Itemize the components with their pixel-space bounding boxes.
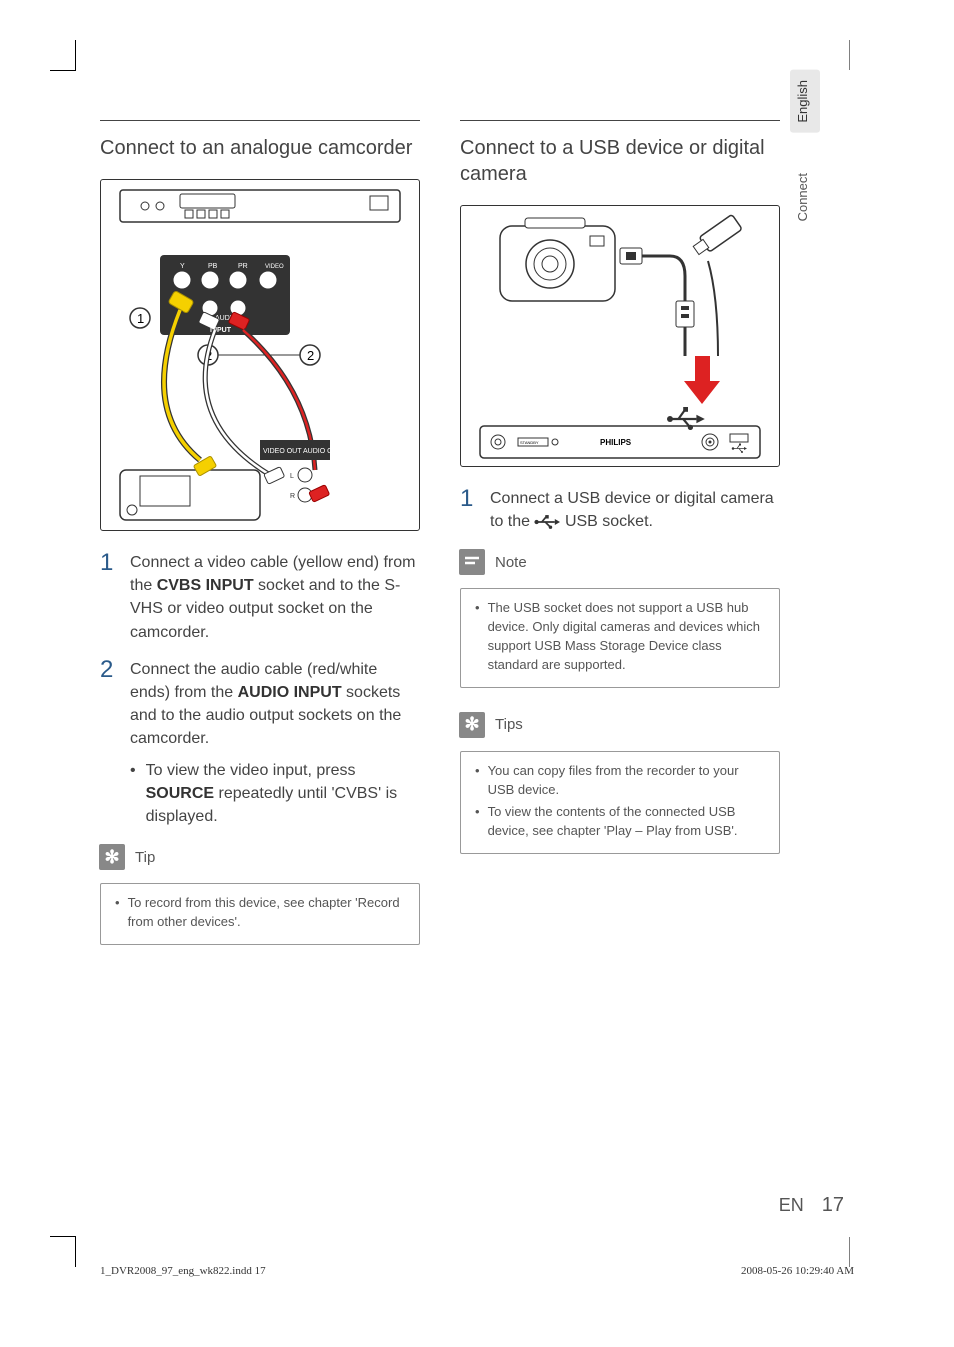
svg-text:R: R xyxy=(290,493,295,500)
step-text: Connect the audio cable (red/white ends)… xyxy=(130,658,420,828)
crop-mark-tl xyxy=(50,40,76,71)
bullet-icon: • xyxy=(475,599,480,674)
right-column: Connect to a USB device or digital camer… xyxy=(460,60,780,854)
page-footer: EN 17 xyxy=(779,1194,844,1217)
svg-text:VIDEO OUT: VIDEO OUT xyxy=(263,448,302,455)
tips-box: ✻ Tips •You can copy files from the reco… xyxy=(460,712,780,854)
svg-text:2: 2 xyxy=(307,348,314,363)
step-number: 1 xyxy=(100,551,116,644)
svg-text:PR: PR xyxy=(238,263,248,270)
left-heading: Connect to an analogue camcorder xyxy=(100,135,420,161)
svg-text:VIDEO: VIDEO xyxy=(265,264,284,270)
crop-mark-tr xyxy=(849,40,879,70)
step-text: Connect a USB device or digital camera t… xyxy=(490,487,780,533)
usb-icon xyxy=(534,515,560,529)
step-text: Connect a video cable (yellow end) from … xyxy=(130,551,420,644)
tip-icon: ✻ xyxy=(459,712,485,738)
left-steps: 1 Connect a video cable (yellow end) fro… xyxy=(100,551,420,828)
right-heading: Connect to a USB device or digital camer… xyxy=(460,135,780,187)
print-info: 1_DVR2008_97_eng_wk822.indd 17 2008-05-2… xyxy=(100,1265,854,1277)
side-tab-section: Connect xyxy=(790,163,820,231)
bullet-icon: • xyxy=(475,762,480,800)
side-tabs: English Connect xyxy=(790,70,820,231)
tip-box: ✻ Tip •To record from this device, see c… xyxy=(100,844,420,945)
print-timestamp: 2008-05-26 10:29:40 AM xyxy=(741,1265,854,1277)
bullet-icon: • xyxy=(130,759,136,829)
svg-text:AUDIO OUT: AUDIO OUT xyxy=(303,448,343,455)
step-number: 1 xyxy=(460,487,476,533)
tip-icon: ✻ xyxy=(99,844,125,870)
side-tab-language: English xyxy=(790,70,820,133)
right-steps: 1 Connect a USB device or digital camera… xyxy=(460,487,780,533)
illustration-camcorder: Y PB PR VIDEO AUDIO INPUT xyxy=(100,179,420,531)
svg-text:1: 1 xyxy=(137,311,144,326)
illustration-usb: STANDBY PHILIPS xyxy=(460,205,780,467)
svg-text:PB: PB xyxy=(208,263,218,270)
svg-text:Y: Y xyxy=(180,263,185,270)
footer-page-number: 17 xyxy=(822,1194,844,1217)
note-icon xyxy=(459,549,485,575)
svg-text:STANDBY: STANDBY xyxy=(520,440,539,445)
footer-lang: EN xyxy=(779,1195,804,1216)
step-number: 2 xyxy=(100,658,116,828)
svg-text:L: L xyxy=(290,473,294,480)
crop-mark-bl xyxy=(50,1236,76,1267)
bullet-icon: • xyxy=(475,803,480,841)
left-column: Connect to an analogue camcorder Y xyxy=(100,60,420,945)
bullet-icon: • xyxy=(115,894,120,932)
svg-text:PHILIPS: PHILIPS xyxy=(600,438,632,447)
crop-mark-br xyxy=(849,1237,879,1267)
note-box: Note •The USB socket does not support a … xyxy=(460,549,780,687)
print-file: 1_DVR2008_97_eng_wk822.indd 17 xyxy=(100,1265,266,1277)
